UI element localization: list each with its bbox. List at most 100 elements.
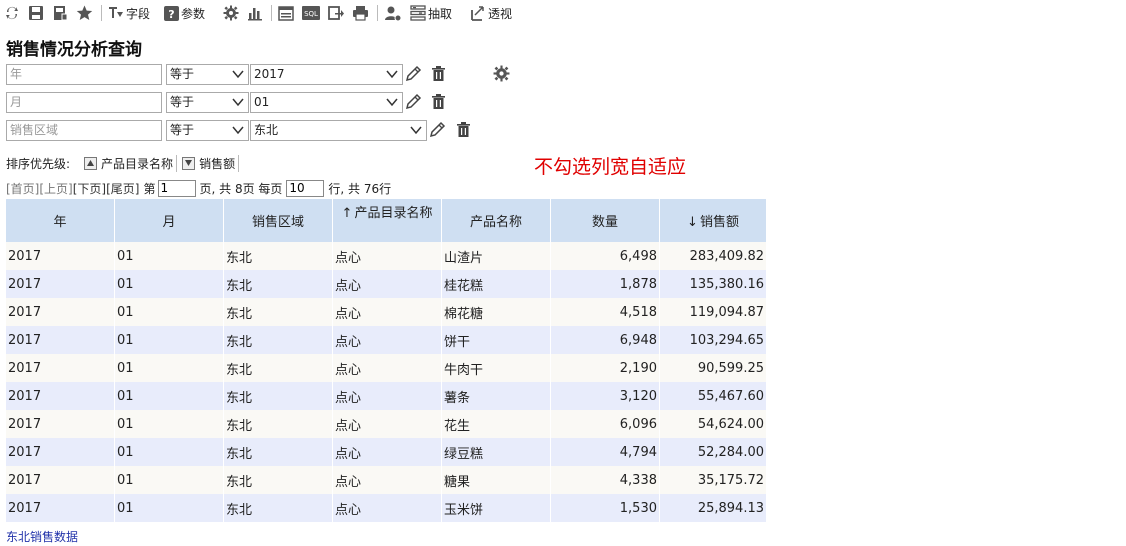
extract-icon <box>410 5 426 21</box>
next-page-link[interactable]: [下页] <box>73 180 106 197</box>
print-icon[interactable] <box>352 2 369 24</box>
pager: [首页] [上页] [下页] [尾页] 第 页, 共 8页 每页 行, 共 76… <box>6 179 391 197</box>
table-row: 2017 01 东北 点心 绿豆糕 4,794 52,284.00 <box>6 438 767 466</box>
page-title: 销售情况分析查询 <box>6 40 142 60</box>
condition-operator-select[interactable]: 等于 <box>166 92 249 113</box>
field-button[interactable]: 字段 <box>108 2 150 24</box>
data-table: 年 月 销售区域 ↑ 产品目录名称 产品名称 数量 ↓ 销售额 2017 01 东北 点心… <box>6 199 767 522</box>
trash-icon[interactable] <box>431 93 446 110</box>
condition-value: 2017 <box>254 67 285 81</box>
condition-field-input[interactable]: 年 <box>6 64 162 85</box>
table-cell: 6,096 <box>550 410 660 438</box>
sort-chip-sales-amount[interactable]: 销售额 <box>182 154 240 172</box>
column-header-month[interactable]: 月 <box>114 199 224 242</box>
pencil-edit-icon[interactable] <box>428 121 446 139</box>
table-cell: 3,120 <box>550 382 660 410</box>
table-cell: 35,175.72 <box>659 466 767 494</box>
field-label: 字段 <box>126 6 151 21</box>
question-icon: ? <box>164 5 180 21</box>
table-cell: 2017 <box>6 410 115 438</box>
table-cell: 牛肉干 <box>441 354 551 382</box>
condition-field-input[interactable]: 销售区域 <box>6 120 162 141</box>
sql-icon[interactable]: SQL <box>302 2 321 24</box>
sort-priority-bar: 排序优先级: 产品目录名称 销售额 <box>6 154 240 172</box>
condition-value: 东北 <box>254 123 279 137</box>
table-cell: 2017 <box>6 438 115 466</box>
table-cell: 01 <box>114 242 224 270</box>
condition-value: 01 <box>254 95 270 109</box>
trash-icon[interactable] <box>456 121 471 138</box>
page-number-input[interactable] <box>157 179 196 197</box>
pencil-edit-icon[interactable] <box>404 65 422 83</box>
table-cell: 点心 <box>332 326 442 354</box>
table-cell: 01 <box>114 298 224 326</box>
table-row: 2017 01 东北 点心 山渣片 6,498 283,409.82 <box>6 242 767 270</box>
table-cell: 1,878 <box>550 270 660 298</box>
table-cell: 1,530 <box>550 494 660 522</box>
table-cell: 2017 <box>6 494 115 522</box>
column-header-sales-amount[interactable]: ↓ 销售额 <box>659 199 767 242</box>
table-cell: 4,338 <box>550 466 660 494</box>
pivot-button[interactable]: 透视 <box>470 2 512 24</box>
prev-page-link[interactable]: [上页] <box>39 180 72 197</box>
table-cell: 点心 <box>332 410 442 438</box>
sort-priority-label: 排序优先级: <box>6 156 71 171</box>
param-button[interactable]: ? 参数 <box>164 2 205 24</box>
table-cell: 点心 <box>332 270 442 298</box>
export-icon[interactable] <box>328 2 345 24</box>
settings-gear-icon[interactable] <box>223 2 239 24</box>
table-cell: 桂花糕 <box>441 270 551 298</box>
table-row: 2017 01 东北 点心 饼干 6,948 103,294.65 <box>6 326 767 354</box>
gear-icon[interactable] <box>493 65 510 82</box>
user-settings-icon[interactable] <box>384 2 402 24</box>
rows-per-page-input[interactable] <box>286 179 325 197</box>
operator-value: 等于 <box>170 95 195 109</box>
condition-operator-select[interactable]: 等于 <box>166 64 249 85</box>
table-cell: 绿豆糕 <box>441 438 551 466</box>
table-cell: 01 <box>114 354 224 382</box>
table-row: 2017 01 东北 点心 薯条 3,120 55,467.60 <box>6 382 767 410</box>
chevron-down-icon <box>232 70 244 79</box>
save-as-icon[interactable] <box>52 2 68 24</box>
column-header-product-name[interactable]: 产品名称 <box>441 199 551 242</box>
table-cell: 135,380.16 <box>659 270 767 298</box>
pencil-edit-icon[interactable] <box>404 93 422 111</box>
footer-link[interactable]: 东北销售数据 <box>6 528 78 545</box>
last-page-link[interactable]: [尾页] <box>106 180 139 197</box>
table-cell: 2017 <box>6 242 115 270</box>
condition-field-input[interactable]: 月 <box>6 92 162 113</box>
table-cell: 2017 <box>6 382 115 410</box>
sort-chip-label: 销售额 <box>199 154 240 172</box>
condition-value-select[interactable]: 01 <box>250 92 403 113</box>
table-cell: 东北 <box>223 438 333 466</box>
table-cell: 2017 <box>6 326 115 354</box>
first-page-link[interactable]: [首页] <box>6 180 39 197</box>
chart-icon[interactable] <box>247 2 263 24</box>
refresh-icon[interactable] <box>4 2 20 24</box>
table-cell: 东北 <box>223 298 333 326</box>
table-header-row: 年 月 销售区域 ↑ 产品目录名称 产品名称 数量 ↓ 销售额 <box>6 199 767 242</box>
trash-icon[interactable] <box>431 65 446 82</box>
table-cell: 01 <box>114 438 224 466</box>
sort-chip-product-category[interactable]: 产品目录名称 <box>84 154 178 172</box>
table-cell: 2,190 <box>550 354 660 382</box>
column-header-product-category[interactable]: ↑ 产品目录名称 <box>332 199 442 242</box>
chevron-down-icon <box>410 126 422 135</box>
table-row: 2017 01 东北 点心 花生 6,096 54,624.00 <box>6 410 767 438</box>
table-cell: 东北 <box>223 466 333 494</box>
condition-value-select[interactable]: 东北 <box>250 120 427 141</box>
table-body: 2017 01 东北 点心 山渣片 6,498 283,409.82 2017 01 东北 点心 桂花… <box>6 242 767 522</box>
column-header-region[interactable]: 销售区域 <box>223 199 333 242</box>
table-cell: 01 <box>114 382 224 410</box>
save-icon[interactable] <box>28 2 44 24</box>
toolbar-divider <box>101 5 102 21</box>
layout-icon[interactable] <box>278 2 294 24</box>
column-header-quantity[interactable]: 数量 <box>550 199 660 242</box>
favorite-star-icon[interactable] <box>76 2 93 24</box>
field-icon <box>109 7 123 18</box>
condition-operator-select[interactable]: 等于 <box>166 120 249 141</box>
extract-button[interactable]: 抽取 <box>410 2 452 24</box>
condition-value-select[interactable]: 2017 <box>250 64 403 85</box>
column-header-year[interactable]: 年 <box>6 199 115 242</box>
chevron-down-icon <box>232 98 244 107</box>
